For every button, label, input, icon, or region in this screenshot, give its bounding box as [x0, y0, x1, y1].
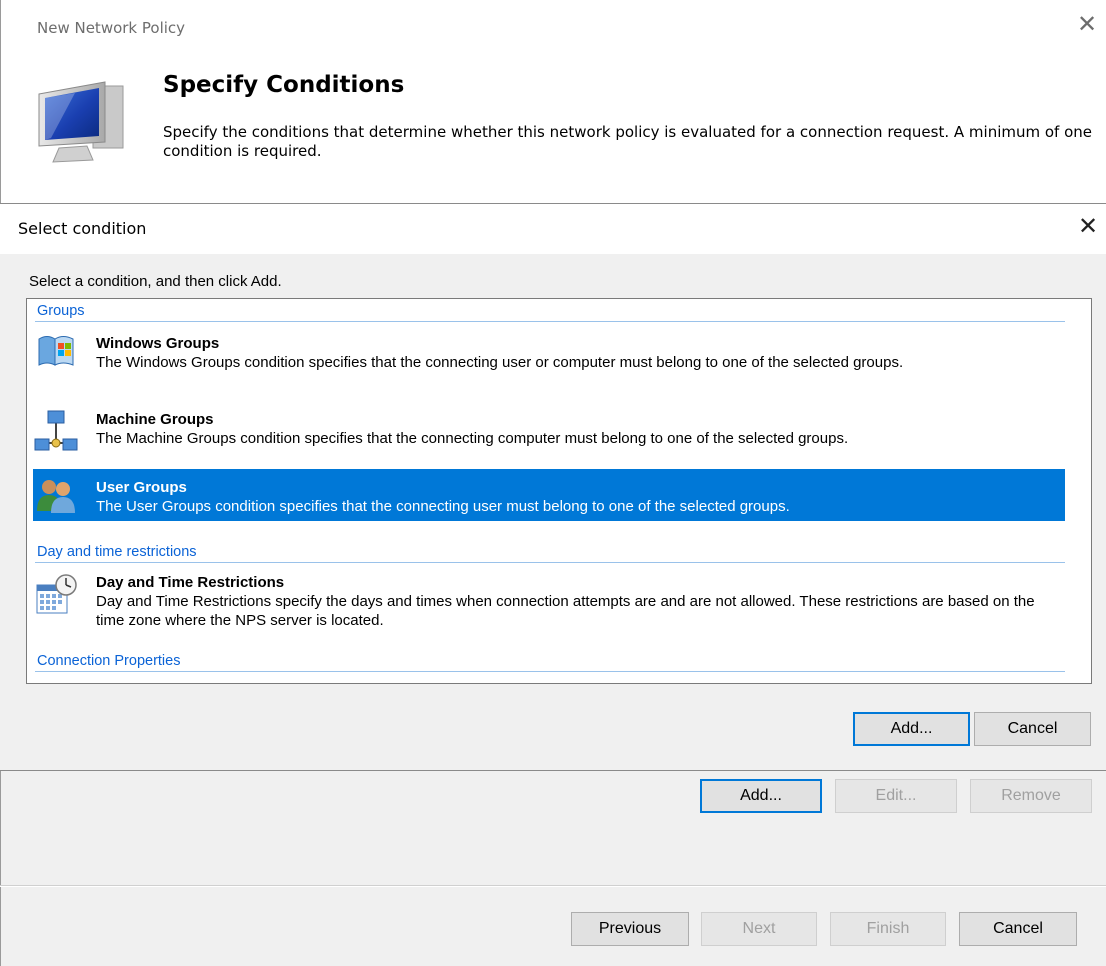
- dialog-close-icon[interactable]: ✕: [1078, 214, 1098, 238]
- category-divider: [35, 562, 1065, 563]
- condition-title: Machine Groups: [96, 411, 214, 428]
- condition-add-button[interactable]: Add...: [700, 779, 822, 813]
- condition-item-machine-groups[interactable]: Machine Groups The Machine Groups condit…: [33, 409, 1065, 455]
- user-groups-icon: [33, 475, 79, 519]
- footer-cancel-button[interactable]: Cancel: [959, 912, 1077, 946]
- condition-description: The Machine Groups condition specifies t…: [96, 430, 849, 447]
- wizard-title: New Network Policy: [37, 19, 186, 37]
- finish-button[interactable]: Finish: [830, 912, 946, 946]
- condition-list[interactable]: Groups Windows Groups The Windows Groups…: [26, 298, 1092, 684]
- condition-title: Day and Time Restrictions: [96, 574, 285, 591]
- condition-item-windows-groups[interactable]: Windows Groups The Windows Groups condit…: [33, 326, 1065, 374]
- category-divider: [35, 671, 1065, 672]
- machine-groups-icon: [33, 409, 79, 453]
- dialog-instruction: Select a condition, and then click Add.: [29, 273, 282, 290]
- page-heading: Specify Conditions: [163, 72, 405, 98]
- footer-separator: [0, 885, 1106, 887]
- calendar-clock-icon: [33, 573, 79, 617]
- previous-button[interactable]: Previous: [571, 912, 689, 946]
- condition-item-day-time[interactable]: Day and Time Restrictions Day and Time R…: [33, 567, 1065, 639]
- category-divider: [35, 321, 1065, 322]
- condition-description: The Windows Groups condition specifies t…: [96, 354, 904, 371]
- condition-item-user-groups[interactable]: User Groups The User Groups condition sp…: [33, 469, 1065, 521]
- dialog-add-button[interactable]: Add...: [853, 712, 970, 746]
- condition-title: Windows Groups: [96, 335, 220, 352]
- wizard-close-icon[interactable]: ✕: [1077, 12, 1097, 36]
- select-condition-dialog: Select condition ✕ Select a condition, a…: [0, 203, 1106, 771]
- condition-remove-button[interactable]: Remove: [970, 779, 1092, 813]
- category-groups: Groups: [37, 303, 85, 319]
- dialog-cancel-button[interactable]: Cancel: [974, 712, 1091, 746]
- condition-edit-button[interactable]: Edit...: [835, 779, 957, 813]
- condition-title: User Groups: [96, 479, 187, 496]
- wizard-header: New Network Policy ✕ Specify Conditions …: [0, 0, 1106, 203]
- dialog-title: Select condition: [18, 219, 147, 238]
- windows-groups-icon: [33, 331, 79, 375]
- next-button[interactable]: Next: [701, 912, 817, 946]
- category-day-time: Day and time restrictions: [37, 544, 197, 560]
- dialog-titlebar: Select condition ✕: [0, 204, 1106, 254]
- category-connection-properties: Connection Properties: [37, 653, 181, 669]
- condition-description: The User Groups condition specifies that…: [96, 498, 790, 515]
- condition-description: Day and Time Restrictions specify the da…: [96, 593, 1035, 629]
- page-description: Specify the conditions that determine wh…: [163, 123, 1093, 160]
- computer-monitor-icon: [35, 76, 135, 166]
